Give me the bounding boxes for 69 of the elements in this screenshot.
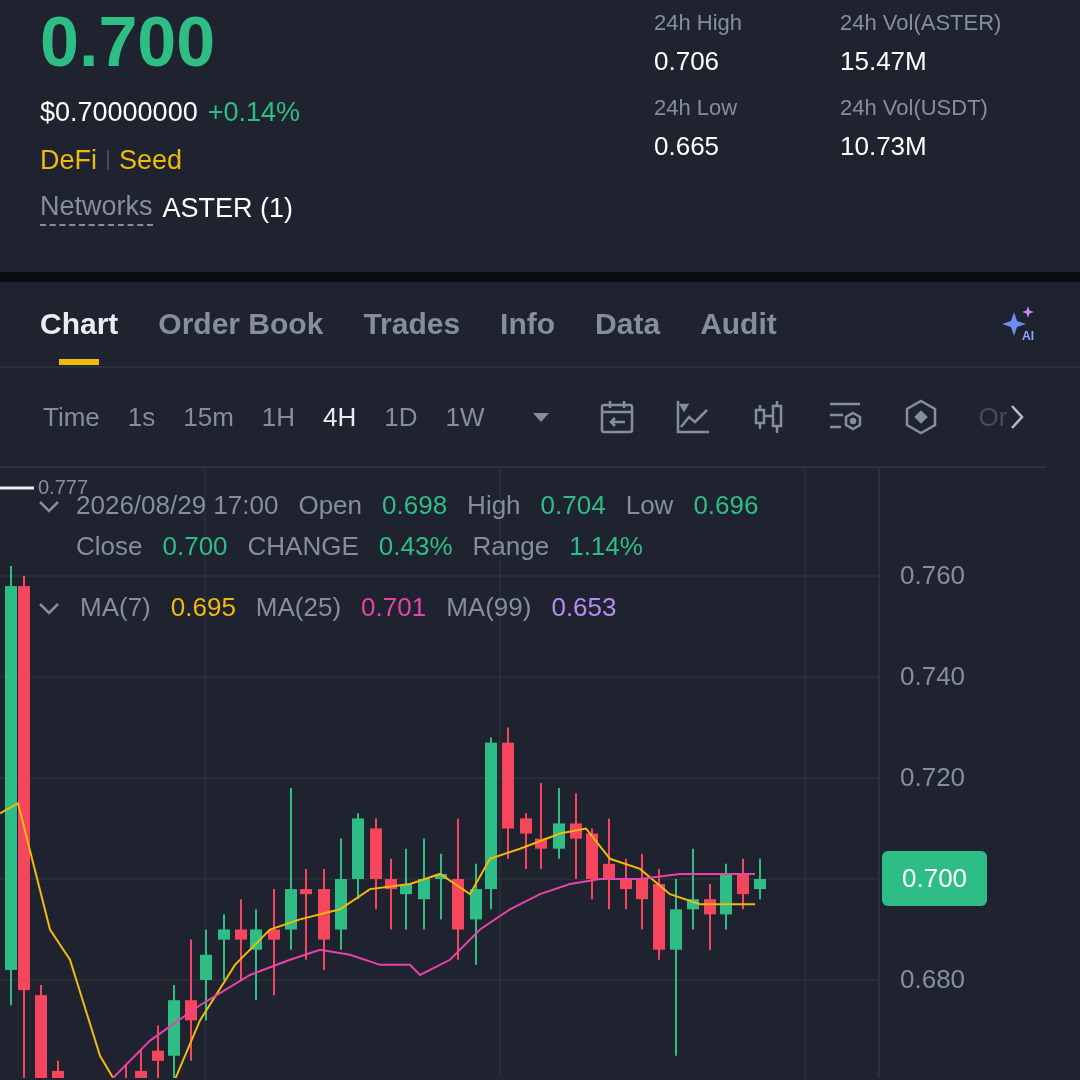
ohlc-label: High bbox=[467, 490, 521, 521]
ohlc-value: 0.43% bbox=[378, 531, 453, 562]
candle bbox=[737, 857, 749, 911]
category-tag-link[interactable]: Seed bbox=[107, 150, 183, 170]
ohlc-label: Low bbox=[625, 490, 674, 521]
calendar-icon[interactable] bbox=[598, 399, 635, 435]
price-axis-label: 0.720 bbox=[900, 762, 966, 793]
ma-label: MA(7) bbox=[80, 592, 151, 623]
ma-value: 0.695 bbox=[170, 592, 236, 623]
candle bbox=[720, 862, 732, 931]
interval-button[interactable]: Time bbox=[43, 401, 100, 433]
ohlc-value: 1.14% bbox=[569, 531, 643, 562]
ohlc-value: 0.696 bbox=[693, 490, 759, 521]
networks-label[interactable]: Networks bbox=[40, 190, 153, 226]
tab[interactable]: Audit bbox=[700, 281, 777, 367]
ohlc-label: Range bbox=[472, 531, 550, 562]
ohlc-value: 0.698 bbox=[382, 490, 448, 521]
last-price: 0.700 bbox=[40, 2, 217, 83]
ma-value: 0.701 bbox=[361, 592, 427, 623]
usd-price: $0.70000000 bbox=[40, 96, 198, 128]
tab[interactable]: Trades bbox=[363, 281, 461, 367]
candle bbox=[218, 913, 230, 981]
candle bbox=[754, 857, 766, 901]
line-chart-icon[interactable] bbox=[674, 399, 711, 435]
price-axis-label: 0.740 bbox=[900, 661, 966, 692]
candle bbox=[152, 1024, 164, 1078]
ohlc-value: 0.704 bbox=[540, 490, 606, 521]
dropdown-caret-icon[interactable] bbox=[530, 411, 551, 423]
chevron-right-icon[interactable] bbox=[1009, 404, 1024, 430]
candle bbox=[620, 857, 632, 911]
candle bbox=[435, 852, 447, 921]
interval-button[interactable]: 15m bbox=[183, 401, 234, 433]
interval-button[interactable]: 1H bbox=[261, 401, 296, 433]
ohlc-label: Close bbox=[76, 531, 143, 562]
tab[interactable]: Data bbox=[595, 281, 661, 367]
networks-value: ASTER (1) bbox=[162, 192, 294, 224]
stat-value: 15.47M bbox=[840, 46, 928, 77]
stat-label: 24h Vol(USDT) bbox=[840, 95, 989, 121]
collapse-chevron-icon[interactable] bbox=[38, 602, 60, 616]
stat-label: 24h Low bbox=[654, 95, 739, 121]
interval-button[interactable]: 1s bbox=[127, 401, 156, 433]
tab[interactable]: Chart bbox=[40, 281, 119, 367]
stat-label: 24h High bbox=[654, 10, 744, 36]
stat-value: 0.665 bbox=[654, 131, 721, 162]
candle bbox=[520, 812, 532, 870]
price-change: +0.14% bbox=[207, 96, 300, 128]
ma-value: 0.653 bbox=[551, 592, 617, 623]
candle bbox=[135, 1049, 147, 1078]
high-marker-line bbox=[0, 485, 34, 490]
ohlc-label: CHANGE bbox=[247, 531, 359, 562]
candle bbox=[52, 1059, 64, 1078]
ma-label: MA(99) bbox=[446, 592, 532, 623]
ma-label: MA(25) bbox=[255, 592, 342, 623]
tab[interactable]: Order Book bbox=[158, 281, 324, 367]
stat-value: 10.73M bbox=[840, 131, 928, 162]
interval-button[interactable]: 1W bbox=[445, 401, 485, 433]
candle bbox=[704, 883, 716, 951]
price-axis-label: 0.680 bbox=[900, 964, 966, 995]
stat-value: 0.706 bbox=[654, 46, 721, 77]
collapse-chevron-icon[interactable] bbox=[38, 500, 60, 514]
stat-label: 24h Vol(ASTER) bbox=[840, 10, 1003, 36]
interval-button[interactable]: 4H bbox=[323, 401, 357, 433]
ohlc-value: 0.700 bbox=[162, 531, 228, 562]
tab[interactable]: Info bbox=[500, 281, 556, 367]
price-axis-label: 0.760 bbox=[900, 560, 966, 591]
category-tag-link[interactable]: DeFi bbox=[40, 144, 97, 176]
interval-button[interactable]: 1D bbox=[384, 401, 418, 433]
ohlc-label: Open bbox=[298, 490, 363, 521]
current-price-badge: 0.700 bbox=[882, 851, 988, 906]
